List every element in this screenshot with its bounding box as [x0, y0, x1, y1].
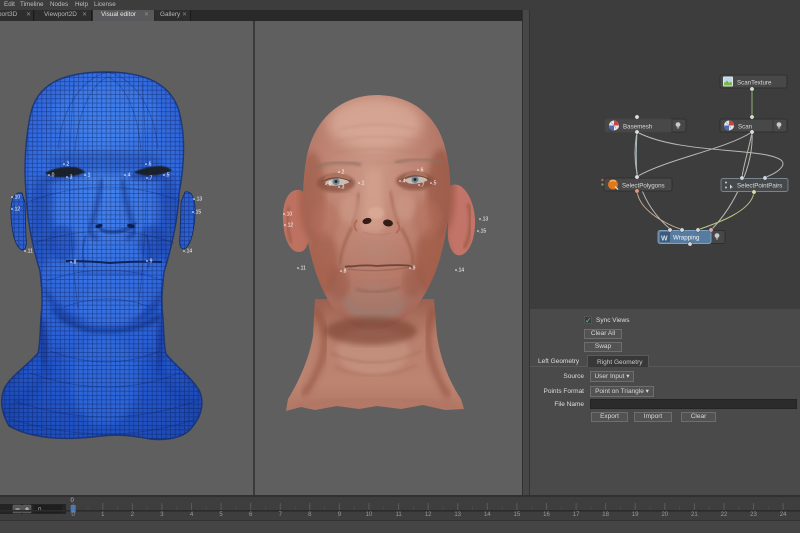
svg-text:.11: .11 [299, 266, 306, 272]
svg-text:.6: .6 [419, 168, 423, 174]
svg-text:.12: .12 [286, 223, 293, 229]
svg-text:.4: .4 [126, 173, 130, 179]
svg-text:.1: .1 [360, 181, 364, 187]
svg-text:.13: .13 [195, 197, 202, 203]
svg-text:.14: .14 [457, 268, 464, 274]
svg-text:ScanTexture: ScanTexture [737, 80, 772, 87]
svg-text:.9: .9 [148, 259, 152, 265]
svg-text:.11: .11 [26, 249, 33, 255]
svg-text:.13: .13 [481, 217, 488, 223]
svg-text:.5: .5 [432, 181, 436, 187]
svg-text:.15: .15 [479, 229, 486, 235]
svg-text:.10: .10 [13, 195, 20, 201]
svg-text:.0: .0 [50, 173, 54, 179]
svg-text:SelectPointPairs: SelectPointPairs [737, 183, 782, 190]
svg-text:.7: .7 [420, 183, 424, 189]
svg-text:Wrapping: Wrapping [673, 235, 700, 242]
svg-text:.5: .5 [165, 173, 169, 179]
svg-text:.7: .7 [148, 176, 152, 182]
svg-text:.15: .15 [194, 210, 201, 216]
svg-text:.6: .6 [147, 162, 151, 168]
svg-text:.2: .2 [340, 170, 344, 176]
svg-text:.3: .3 [340, 185, 344, 191]
svg-text:Basemesh: Basemesh [623, 124, 653, 131]
svg-text:.3: .3 [68, 175, 72, 181]
svg-text:.1: .1 [86, 173, 90, 179]
svg-text:Scan: Scan [738, 124, 753, 131]
svg-text:.10: .10 [285, 212, 292, 218]
svg-text:.8: .8 [342, 269, 346, 275]
svg-text:.0: .0 [327, 182, 331, 188]
svg-text:0: 0 [71, 498, 75, 504]
svg-text:SelectPolygons: SelectPolygons [622, 183, 665, 190]
svg-text:W: W [661, 236, 668, 243]
svg-text:.2: .2 [65, 162, 69, 168]
svg-text:.14: .14 [185, 249, 192, 255]
svg-text:.8: .8 [72, 260, 76, 266]
svg-text:.9: .9 [411, 266, 415, 272]
svg-text:.4: .4 [401, 179, 405, 185]
svg-text:.12: .12 [13, 207, 20, 213]
